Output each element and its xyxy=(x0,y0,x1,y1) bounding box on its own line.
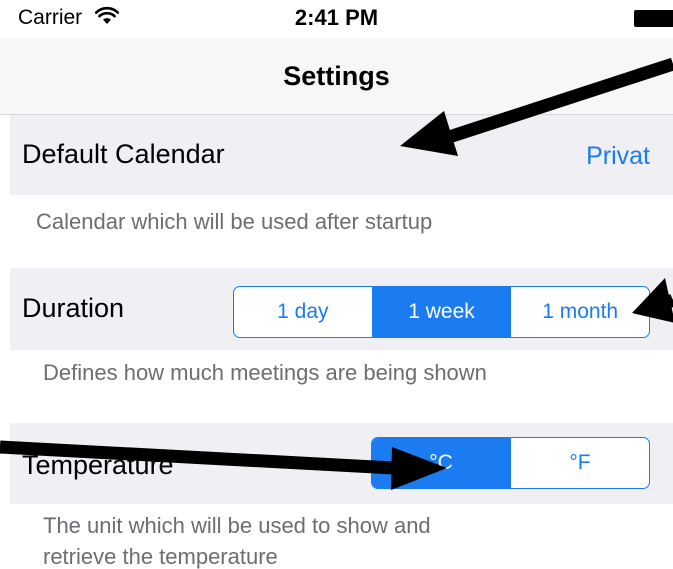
default-calendar-footer: Calendar which will be used after startu… xyxy=(36,209,433,234)
temperature-option-fahrenheit[interactable]: °F xyxy=(511,438,649,488)
page-title: Settings xyxy=(283,61,390,91)
temperature-footer: The unit which will be used to show and … xyxy=(43,513,431,569)
duration-footer: Defines how much meetings are being show… xyxy=(43,360,487,385)
clock: 2:41 PM xyxy=(294,5,379,30)
default-calendar-row[interactable]: Default Calendar Privat xyxy=(10,115,673,195)
temperature-label: Temperature xyxy=(22,450,174,480)
duration-option-1-week[interactable]: 1 week xyxy=(372,287,512,337)
duration-option-1-month[interactable]: 1 month xyxy=(511,287,649,337)
default-calendar-value[interactable]: Privat xyxy=(586,142,650,171)
duration-option-1-day[interactable]: 1 day xyxy=(234,287,373,337)
duration-label: Duration xyxy=(22,293,125,323)
temperature-segmented-control[interactable]: °C °F xyxy=(371,437,650,489)
status-bar: Carrier 2:41 PM xyxy=(0,0,673,38)
temperature-option-celsius[interactable]: °C xyxy=(372,438,511,488)
duration-segmented-control[interactable]: 1 day 1 week 1 month xyxy=(233,286,650,338)
navigation-bar: Settings xyxy=(0,38,673,115)
default-calendar-label: Default Calendar xyxy=(22,139,225,169)
battery-icon xyxy=(634,10,673,27)
